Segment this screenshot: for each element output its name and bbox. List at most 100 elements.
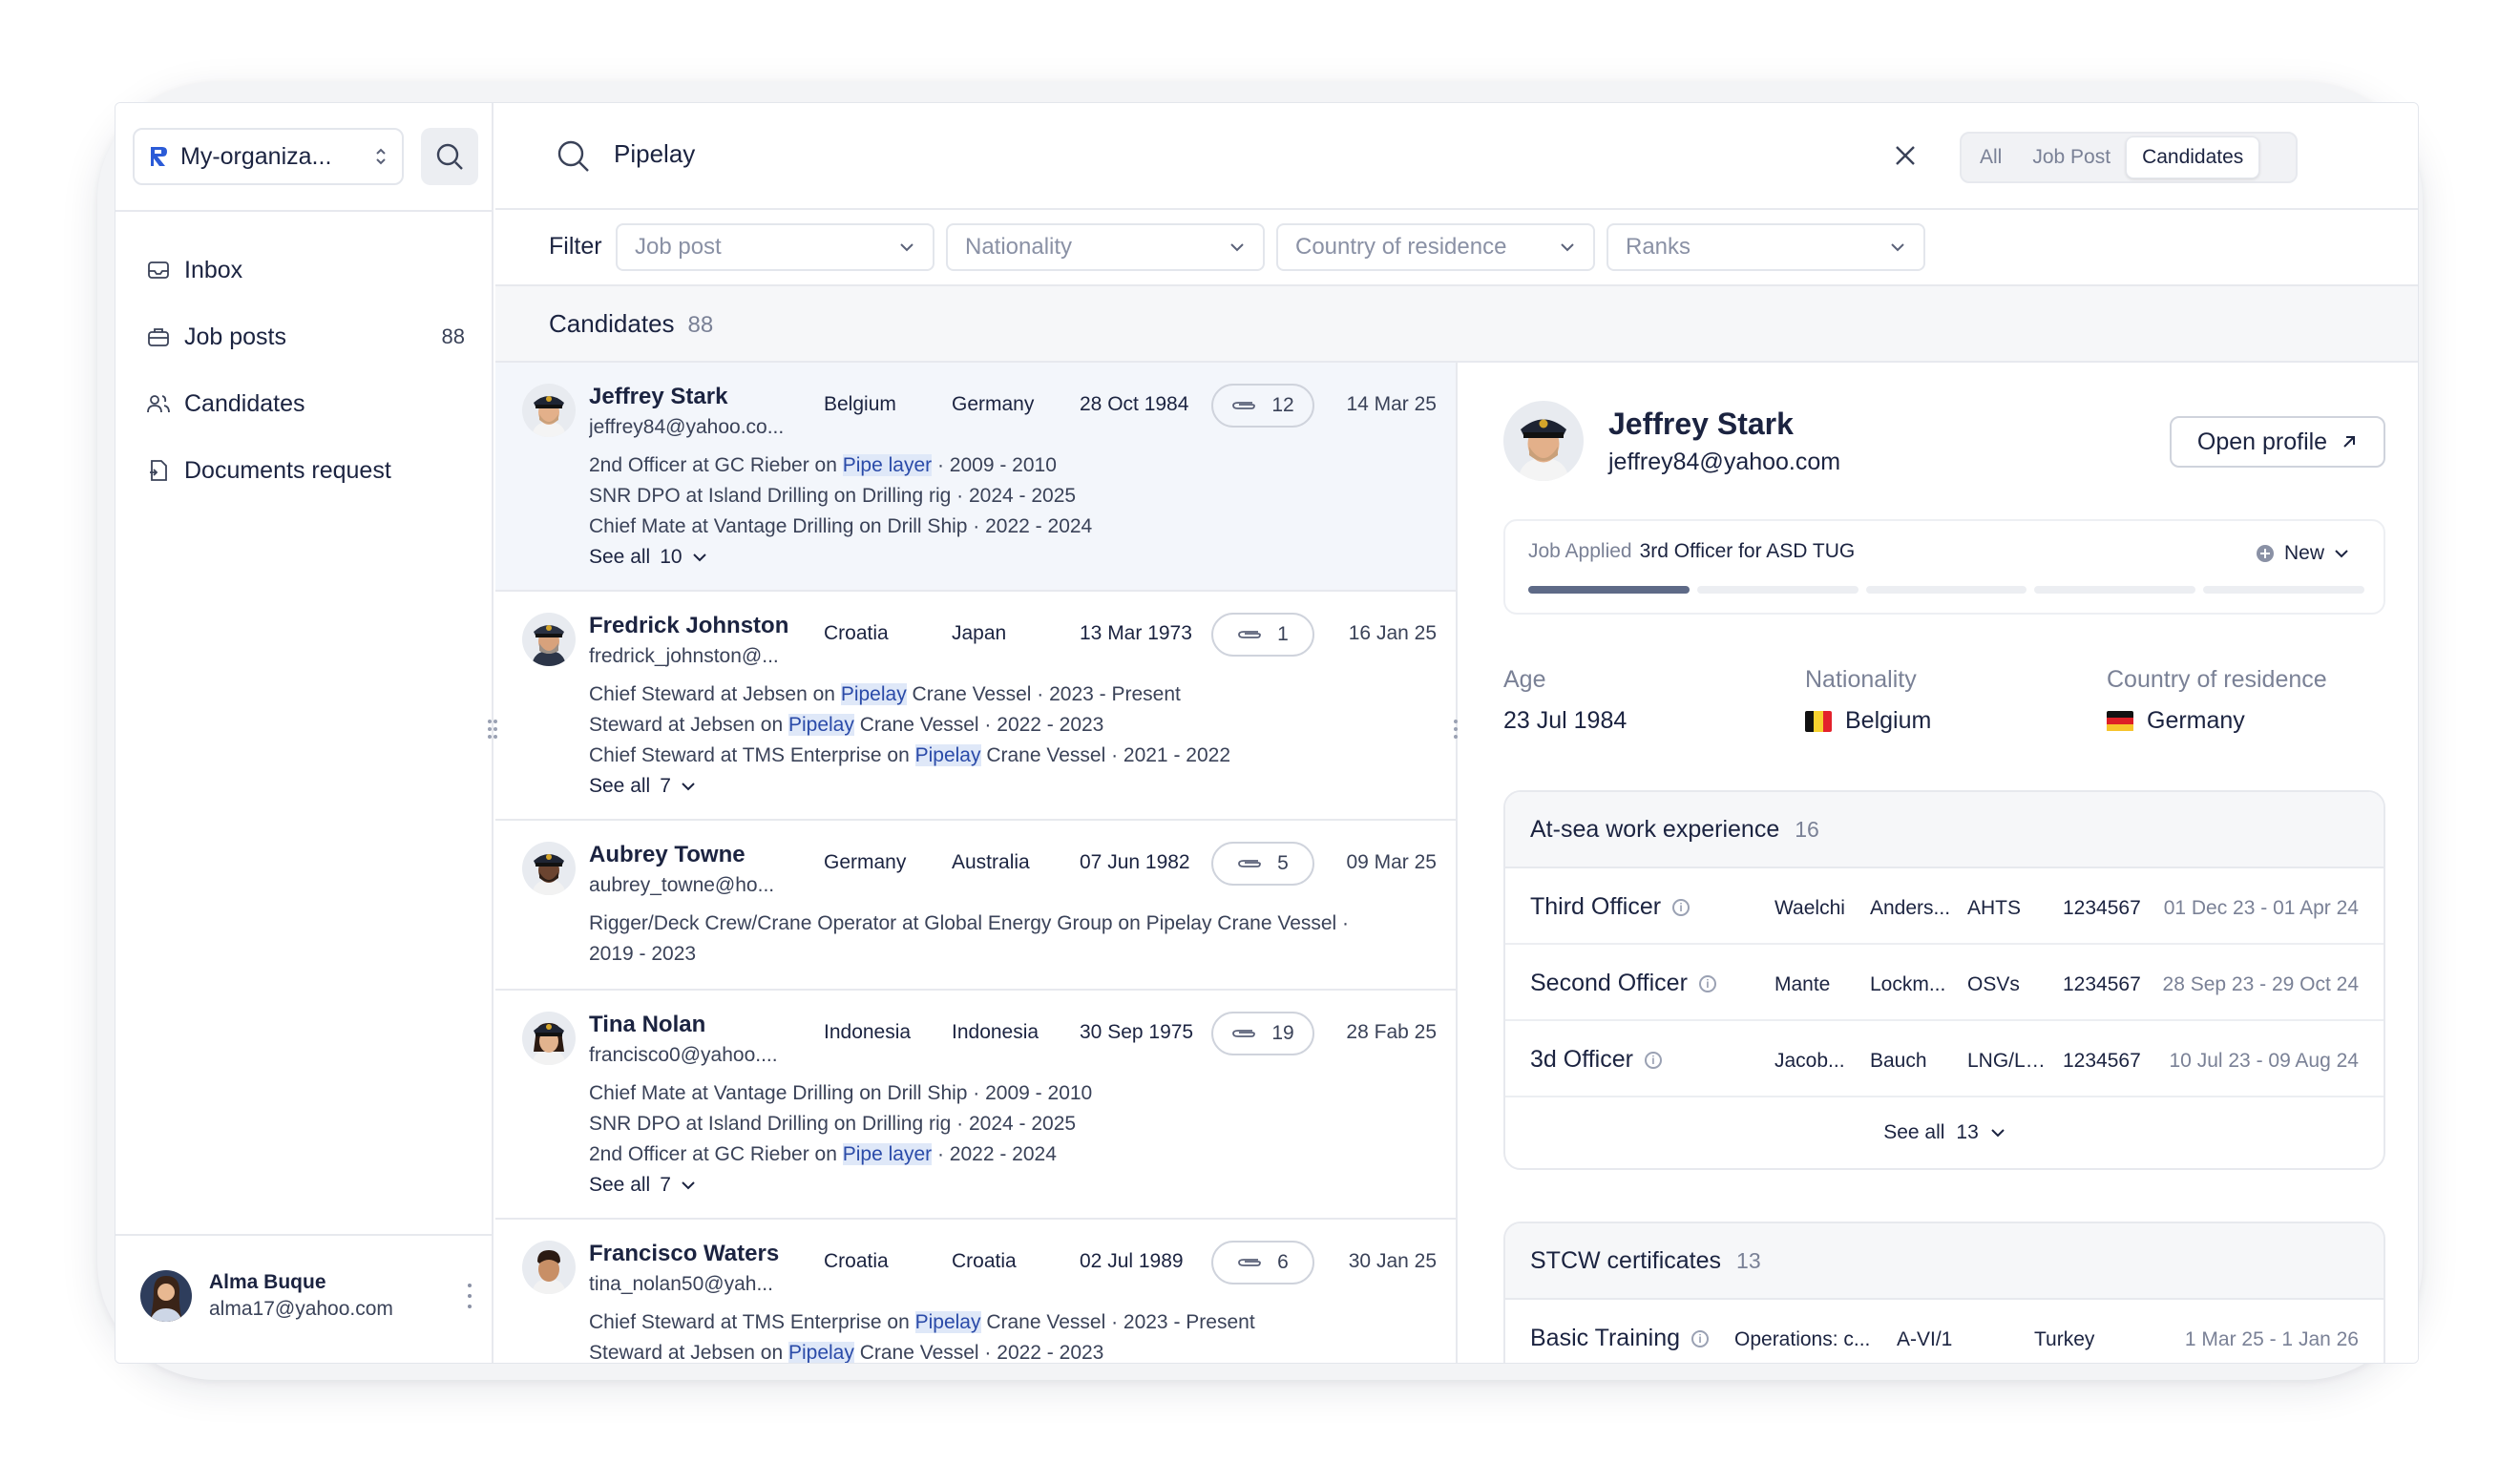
user-info: Alma Buque alma17@yahoo.com xyxy=(209,1271,448,1321)
candidate-name[interactable]: Fredrick Johnston xyxy=(589,613,788,639)
experience-row[interactable]: Second Officer i Mante Lockm... OSVs 1234… xyxy=(1505,945,2384,1021)
candidate-nationality: Croatia xyxy=(824,1250,889,1272)
attachments-count: 1 xyxy=(1277,623,1289,645)
candidate-row[interactable]: Francisco Waters tina_nolan50@yah... Cro… xyxy=(495,1220,1456,1363)
search-input[interactable]: Pipelay xyxy=(614,139,695,169)
attachments-badge[interactable]: 5 xyxy=(1211,842,1314,886)
open-profile-button[interactable]: Open profile xyxy=(2170,416,2385,468)
current-user[interactable]: Alma Buque alma17@yahoo.com xyxy=(140,1258,474,1334)
experience-line: Chief Mate at Vantage Drilling on Drill … xyxy=(589,515,1093,537)
close-icon[interactable] xyxy=(1891,141,1920,170)
paperclip-icon xyxy=(1238,1259,1262,1266)
rank-name: 3d Officer xyxy=(1530,1046,1633,1073)
candidate-date: 14 Mar 25 xyxy=(1346,393,1437,415)
app-window: My-organiza... Inbox Job posts 88 Candid… xyxy=(115,102,2419,1364)
paperclip-icon xyxy=(1232,1030,1256,1037)
candidate-row[interactable]: Aubrey Towne aubrey_towne@ho... Germany … xyxy=(495,821,1456,991)
candidates-title: Candidates 88 xyxy=(549,309,713,339)
sidebar-item-label: Documents request xyxy=(184,456,391,484)
filter-nationality-dropdown[interactable]: Nationality xyxy=(946,223,1265,271)
divider xyxy=(116,210,494,212)
candidate-email: aubrey_towne@ho... xyxy=(589,874,775,896)
filter-ranks-dropdown[interactable]: Ranks xyxy=(1606,223,1925,271)
search-icon xyxy=(557,140,589,172)
avatar xyxy=(140,1270,192,1322)
see-all-experience-button[interactable]: See all 7 xyxy=(589,775,696,798)
candidate-date: 30 Jan 25 xyxy=(1348,1250,1437,1272)
experience-line: Chief Mate at Vantage Drilling on Drill … xyxy=(589,1082,1093,1104)
progress-step xyxy=(2203,586,2364,594)
candidate-residence: Australia xyxy=(952,851,1030,873)
external-link-icon xyxy=(2343,436,2356,448)
experience-line: 2019 - 2023 xyxy=(589,943,697,965)
resize-handle-left[interactable] xyxy=(488,720,497,741)
attachments-badge[interactable]: 1 xyxy=(1211,613,1314,657)
attachments-badge[interactable]: 12 xyxy=(1211,384,1314,428)
sidebar-item-documents-request[interactable]: Documents request xyxy=(133,437,478,504)
user-email: alma17@yahoo.com xyxy=(209,1298,393,1320)
attachments-badge[interactable]: 19 xyxy=(1211,1012,1314,1055)
sidebar-item-inbox[interactable]: Inbox xyxy=(133,237,478,303)
certificate-row[interactable]: Basic Training i Operations: c... A-VI/1 … xyxy=(1505,1300,2384,1363)
see-all-experience-button[interactable]: See all 7 xyxy=(589,1174,696,1197)
experience-row[interactable]: 3d Officer i Jacob... Bauch LNG/LP... 123… xyxy=(1505,1021,2384,1097)
attachments-count: 5 xyxy=(1277,852,1289,874)
paperclip-icon xyxy=(1238,631,1262,638)
status-dropdown[interactable]: New xyxy=(2256,542,2349,565)
info-icon[interactable]: i xyxy=(1644,1051,1662,1069)
cell: Anders... xyxy=(1870,897,1951,919)
section-header: At-sea work experience 16 xyxy=(1505,792,2384,868)
scope-candidates[interactable]: Candidates xyxy=(2126,136,2260,178)
sidebar-item-label: Candidates xyxy=(184,389,305,417)
experience-line: Chief Steward at TMS Enterprise on Pipel… xyxy=(589,1311,1255,1333)
sidebar-nav: Inbox Job posts 88 Candidates Documents … xyxy=(133,237,478,504)
sidebar-search-button[interactable] xyxy=(421,128,478,185)
candidate-name[interactable]: Jeffrey Stark xyxy=(589,384,727,410)
chevron-down-icon xyxy=(1230,243,1244,252)
candidate-row[interactable]: Jeffrey Stark jeffrey84@yahoo.co... Belg… xyxy=(495,363,1456,592)
paperclip-icon xyxy=(1238,860,1262,867)
organization-switcher[interactable]: My-organiza... xyxy=(133,128,404,185)
candidate-name[interactable]: Aubrey Towne xyxy=(589,842,746,868)
info-icon[interactable]: i xyxy=(1691,1329,1710,1347)
cell: OSVs xyxy=(1967,973,2020,995)
org-name: My-organiza... xyxy=(180,142,332,170)
scope-job-post[interactable]: Job Post xyxy=(2017,136,2126,178)
candidate-residence: Croatia xyxy=(952,1250,1017,1272)
filter-country-of-residence-dropdown[interactable]: Country of residence xyxy=(1276,223,1595,271)
application-progress xyxy=(1528,586,2364,594)
search-icon xyxy=(436,143,463,170)
dropdown-label: Ranks xyxy=(1626,234,1691,260)
more-vertical-icon[interactable] xyxy=(465,1284,474,1308)
see-all-work-experience-button[interactable]: See all 13 xyxy=(1505,1097,2384,1168)
candidate-email: fredrick_johnston@... xyxy=(589,645,779,667)
cell: LNG/LP... xyxy=(1967,1050,2049,1072)
info-icon[interactable]: i xyxy=(1672,898,1690,916)
chevron-down-icon xyxy=(1561,243,1574,252)
sidebar-item-job-posts[interactable]: Job posts 88 xyxy=(133,303,478,370)
candidate-detail-panel: Jeffrey Stark jeffrey84@yahoo.com Open p… xyxy=(1460,363,2418,1363)
info-icon[interactable]: i xyxy=(1698,974,1716,992)
sidebar-item-label: Job posts xyxy=(184,323,287,350)
candidate-nationality: Indonesia xyxy=(824,1021,912,1043)
avatar xyxy=(522,1241,576,1294)
cell: 1234567 xyxy=(2063,973,2141,995)
experience-row[interactable]: Third Officer i Waelchi Anders... AHTS 12… xyxy=(1505,868,2384,945)
see-all-experience-button[interactable]: See all 10 xyxy=(589,546,707,569)
org-logo-icon xyxy=(151,147,167,166)
candidate-date: 28 Fab 25 xyxy=(1346,1021,1437,1043)
sidebar-item-count: 88 xyxy=(441,324,465,348)
cell: 1234567 xyxy=(2063,1050,2141,1072)
candidates-header: Candidates 88 xyxy=(495,286,2418,363)
candidate-name[interactable]: Tina Nolan xyxy=(589,1012,705,1038)
attachments-badge[interactable]: 6 xyxy=(1211,1241,1314,1285)
filter-job-post-dropdown[interactable]: Job post xyxy=(616,223,934,271)
experience-line: Chief Steward at Jebsen on Pipelay Crane… xyxy=(589,683,1181,705)
candidate-date: 16 Jan 25 xyxy=(1348,622,1437,644)
sidebar-item-candidates[interactable]: Candidates xyxy=(133,370,478,437)
candidate-row[interactable]: Fredrick Johnston fredrick_johnston@... … xyxy=(495,592,1456,821)
candidate-row[interactable]: Tina Nolan francisco0@yahoo.... Indonesi… xyxy=(495,991,1456,1220)
dates: 1 Mar 25 - 1 Jan 26 xyxy=(2184,1328,2359,1350)
scope-all[interactable]: All xyxy=(1964,136,2017,178)
candidate-name[interactable]: Francisco Waters xyxy=(589,1241,779,1267)
